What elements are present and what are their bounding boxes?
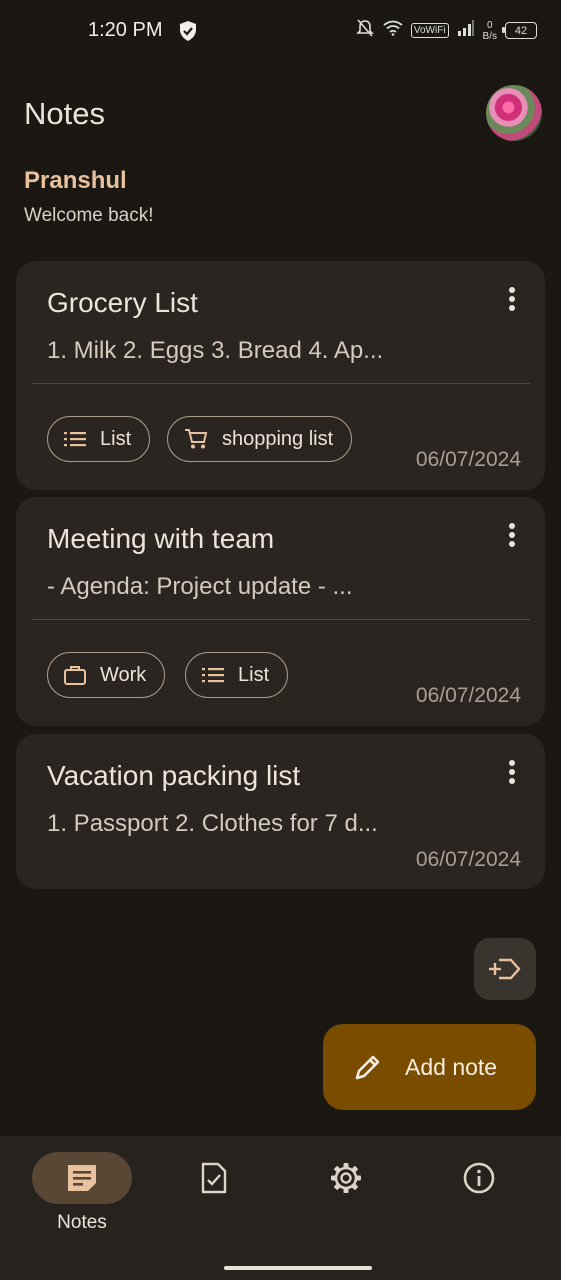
cart-icon [185,429,208,449]
note-date: 06/07/2024 [415,684,521,707]
settings-icon [331,1163,361,1193]
wifi-icon [383,20,403,41]
status-time: 1:20 PM [88,19,163,41]
welcome-text: Welcome back! [24,205,154,226]
note-card[interactable]: Grocery List 1. Milk 2. Eggs 3. Bread 4.… [16,261,545,490]
info-icon [463,1162,495,1194]
page-title: Notes [24,96,105,131]
tag-label: Work [100,663,147,686]
briefcase-icon [64,666,86,685]
pencil-icon [355,1055,380,1080]
tag-chip-shopping[interactable]: shopping list [167,416,353,462]
note-title: Vacation packing list [47,760,301,791]
more-vert-icon[interactable] [509,760,515,787]
net-speed-value: 0 [486,19,493,31]
net-speed: 0 B/s [483,20,497,42]
battery-indicator: 42 [502,22,537,39]
divider [32,383,530,384]
nav-item-tasks[interactable] [164,1152,264,1204]
list-icon [64,432,86,447]
tag-label: List [238,663,270,686]
note-date: 06/07/2024 [415,448,521,471]
status-bar: 1:20 PM VoWiFi 0 B/s 42 [0,0,561,64]
bottom-navigation: Notes [0,1136,561,1280]
signal-icon [457,20,475,41]
divider [32,619,530,620]
add-note-button[interactable]: Add note [323,1024,536,1110]
vowifi-indicator: VoWiFi [410,23,449,38]
gesture-bar[interactable] [224,1266,372,1270]
nav-item-info[interactable] [429,1152,529,1204]
more-vert-icon[interactable] [509,287,515,314]
note-date: 06/07/2024 [415,848,521,871]
nav-item-notes[interactable] [32,1152,132,1204]
tag-chip-work[interactable]: Work [47,652,166,698]
net-speed-unit: B/s [482,30,497,42]
shield-icon [178,20,198,47]
note-card[interactable]: Meeting with team - Agenda: Project upda… [16,497,545,726]
more-vert-icon[interactable] [509,523,515,550]
note-title: Grocery List [47,287,198,318]
bell-off-icon [355,18,375,43]
list-icon [202,668,224,683]
nav-label-notes: Notes [57,1212,107,1233]
tag-label: List [100,427,132,450]
task-icon [201,1162,227,1194]
tag-chip-list[interactable]: List [47,416,151,462]
avatar[interactable] [486,85,542,141]
add-label-button[interactable] [474,938,536,1000]
user-name: Pranshul [24,167,127,194]
add-note-label: Add note [405,1053,498,1080]
nav-item-settings[interactable] [296,1152,396,1204]
note-preview: - Agenda: Project update - ... [47,573,353,600]
tag-chip-list[interactable]: List [185,652,289,698]
note-icon [68,1165,96,1191]
note-preview: 1. Passport 2. Clothes for 7 d... [47,810,378,837]
note-title: Meeting with team [47,523,275,554]
note-card[interactable]: Vacation packing list 1. Passport 2. Clo… [16,734,545,889]
tag-label: shopping list [222,427,334,450]
note-preview: 1. Milk 2. Eggs 3. Bread 4. Ap... [47,337,384,364]
add-label-icon [489,958,521,980]
